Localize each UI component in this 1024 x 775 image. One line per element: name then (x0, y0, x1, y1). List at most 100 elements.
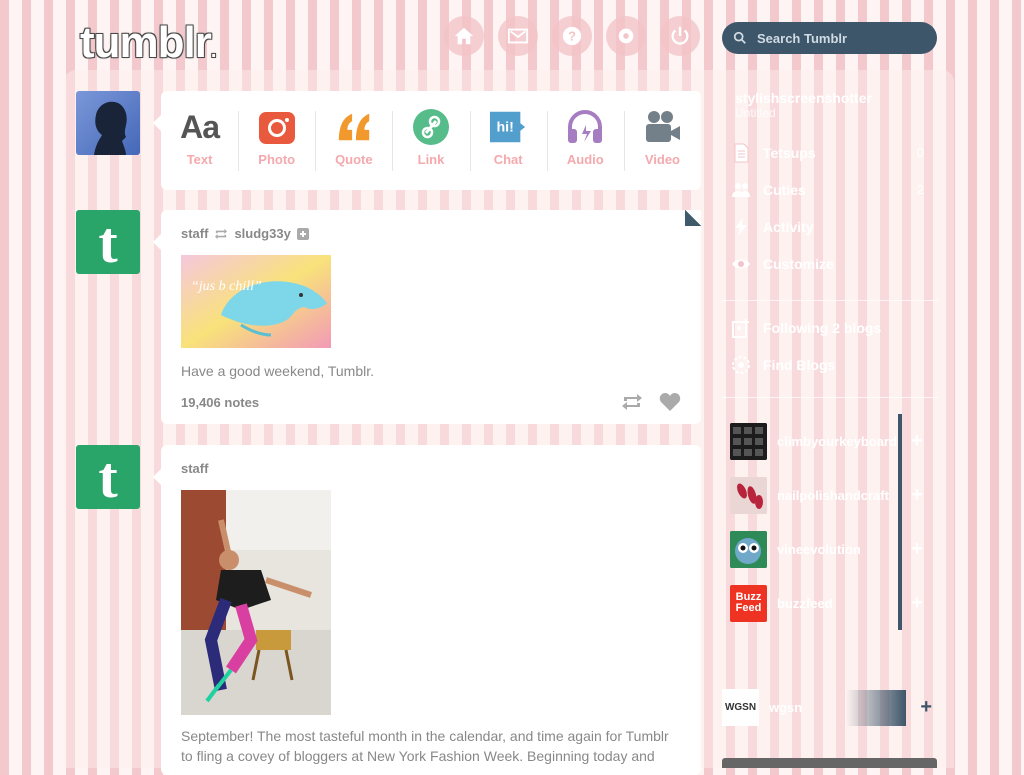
reblogged-from[interactable]: sludg33y (234, 226, 290, 241)
spotlight-avatar: WGSN (722, 689, 759, 726)
post-author-avatar[interactable]: t (76, 210, 140, 274)
sidebar-item-customize[interactable]: Customize (722, 245, 938, 282)
sidebar-item-followers[interactable]: Cuties 2 (722, 171, 938, 208)
quote-icon (335, 109, 373, 145)
sidebar-item-following[interactable]: Following 2 blogs (722, 309, 938, 346)
recommended-blog-avatar (730, 422, 767, 460)
radar-post-preview[interactable] (722, 758, 937, 768)
logout-button[interactable] (660, 16, 700, 56)
recommended-blog[interactable]: climbyourkeyboard + (722, 414, 938, 468)
headphones-icon (566, 109, 604, 145)
sidebar-divider (722, 397, 938, 398)
reblog-icon[interactable] (621, 392, 643, 412)
follow-button[interactable]: + (920, 696, 932, 719)
follow-button[interactable]: + (898, 468, 932, 522)
sidebar-item-find-blogs[interactable]: Find Blogs (722, 346, 938, 383)
heart-icon[interactable] (659, 392, 681, 412)
sidebar-item-label: Activity (763, 218, 814, 235)
sidebar-item-posts[interactable]: Tetsups 0 (722, 134, 938, 171)
post-type-label: Chat (493, 152, 523, 167)
post-type-bar: Aa Text Photo Quote Link hi! Chat Audio (153, 91, 701, 190)
post-author[interactable]: staff (181, 461, 208, 476)
blog-subtitle: Untitled (735, 106, 776, 120)
inbox-button[interactable] (498, 16, 538, 56)
user-avatar[interactable] (76, 91, 140, 155)
post-type-label: Link (417, 152, 445, 167)
post-card: staff sludg33y “jus b chill” Have a good… (153, 210, 701, 424)
recommended-blog-name: buzzfeed (777, 595, 833, 611)
post-type-text[interactable]: Aa Text (161, 91, 238, 190)
find-blogs-icon (732, 355, 750, 374)
activity-icon (735, 217, 747, 236)
post-type-label: Video (644, 152, 680, 167)
spotlight-blog[interactable]: WGSN wgsn + (722, 685, 938, 730)
post-type-video[interactable]: Video (623, 91, 701, 190)
recommended-blog[interactable]: Buzz Feed buzzfeed + (722, 576, 938, 630)
post-notes-count[interactable]: 19,406 notes (181, 395, 259, 410)
post-type-label: Text (186, 152, 213, 167)
post-type-audio[interactable]: Audio (546, 91, 624, 190)
inbox-icon (507, 28, 529, 44)
recommended-blog-avatar (730, 476, 767, 514)
spotlight-name: wgsn (769, 700, 803, 715)
svg-text:“jus b chill”: “jus b chill” (191, 279, 262, 294)
post-type-quote[interactable]: Quote (315, 91, 392, 190)
camera-icon (258, 109, 296, 145)
post-type-photo[interactable]: Photo (238, 91, 315, 190)
recommended-blog-name: nailpolishandcraft (777, 487, 889, 503)
post-type-chat[interactable]: hi! Chat (469, 91, 547, 190)
sidebar-blog[interactable]: stylishscreenshotter Untitled (722, 84, 938, 134)
following-icon (732, 318, 749, 338)
post-author-avatar[interactable]: t (76, 445, 140, 509)
search-input[interactable] (755, 29, 929, 47)
post-type-label: Photo (258, 152, 296, 167)
follow-plus-icon[interactable] (296, 227, 309, 240)
recommended-blog-name: vineevolution (777, 541, 861, 557)
chat-icon: hi! (489, 109, 527, 145)
link-icon (412, 109, 450, 145)
home-button[interactable] (444, 16, 484, 56)
post-body-text: September! The most tasteful month in th… (181, 728, 669, 764)
blog-name: stylishscreenshotter (735, 90, 872, 106)
eye-icon (732, 259, 750, 268)
sidebar-item-count: 0 (916, 145, 924, 160)
settings-button[interactable] (606, 16, 646, 56)
sidebar-divider (722, 300, 938, 301)
recommended-blog[interactable]: nailpolishandcraft + (722, 468, 938, 522)
followers-icon (732, 182, 750, 197)
sidebar-item-label: Find Blogs (763, 356, 836, 373)
post-type-link[interactable]: Link (392, 91, 469, 190)
sidebar-item-label: Following 2 blogs (763, 319, 882, 336)
recommended-blog-avatar (730, 530, 767, 568)
recommended-blog-name: climbyourkeyboard (777, 433, 897, 449)
sidebar-item-label: Customize (763, 255, 834, 272)
search-bar[interactable] (722, 22, 937, 54)
post-author[interactable]: staff (181, 226, 208, 241)
post-fold-corner[interactable] (685, 210, 701, 226)
post-type-label: Quote (335, 152, 373, 167)
post-body-text: Have a good weekend, Tumblr. (181, 363, 375, 379)
sidebar-item-activity[interactable]: Activity (722, 208, 938, 245)
post-card: staff September! The most tasteful month… (153, 445, 701, 775)
tumblr-logo[interactable]: tumblr. (80, 18, 216, 68)
post-actions (621, 392, 681, 412)
search-icon (733, 31, 746, 44)
silhouette-icon (94, 101, 127, 155)
follow-button[interactable]: + (898, 414, 932, 468)
sidebar-item-label: Tetsups (763, 144, 816, 161)
post-type-label: Audio (566, 152, 604, 167)
follow-button[interactable]: + (898, 522, 932, 576)
help-icon: ? (562, 26, 582, 46)
post-image-dancer[interactable] (181, 490, 331, 715)
svg-text:?: ? (568, 29, 576, 44)
text-icon: Aa (180, 108, 220, 145)
sidebar-item-count: 2 (916, 182, 924, 197)
follow-button[interactable]: + (898, 576, 932, 630)
post-header: staff (181, 461, 208, 476)
home-icon (454, 27, 474, 45)
post-image-dolphin[interactable]: “jus b chill” (181, 255, 331, 348)
posts-icon (734, 143, 749, 162)
post-header: staff sludg33y (181, 226, 309, 241)
help-button[interactable]: ? (552, 16, 592, 56)
recommended-blog[interactable]: vineevolution + (722, 522, 938, 576)
